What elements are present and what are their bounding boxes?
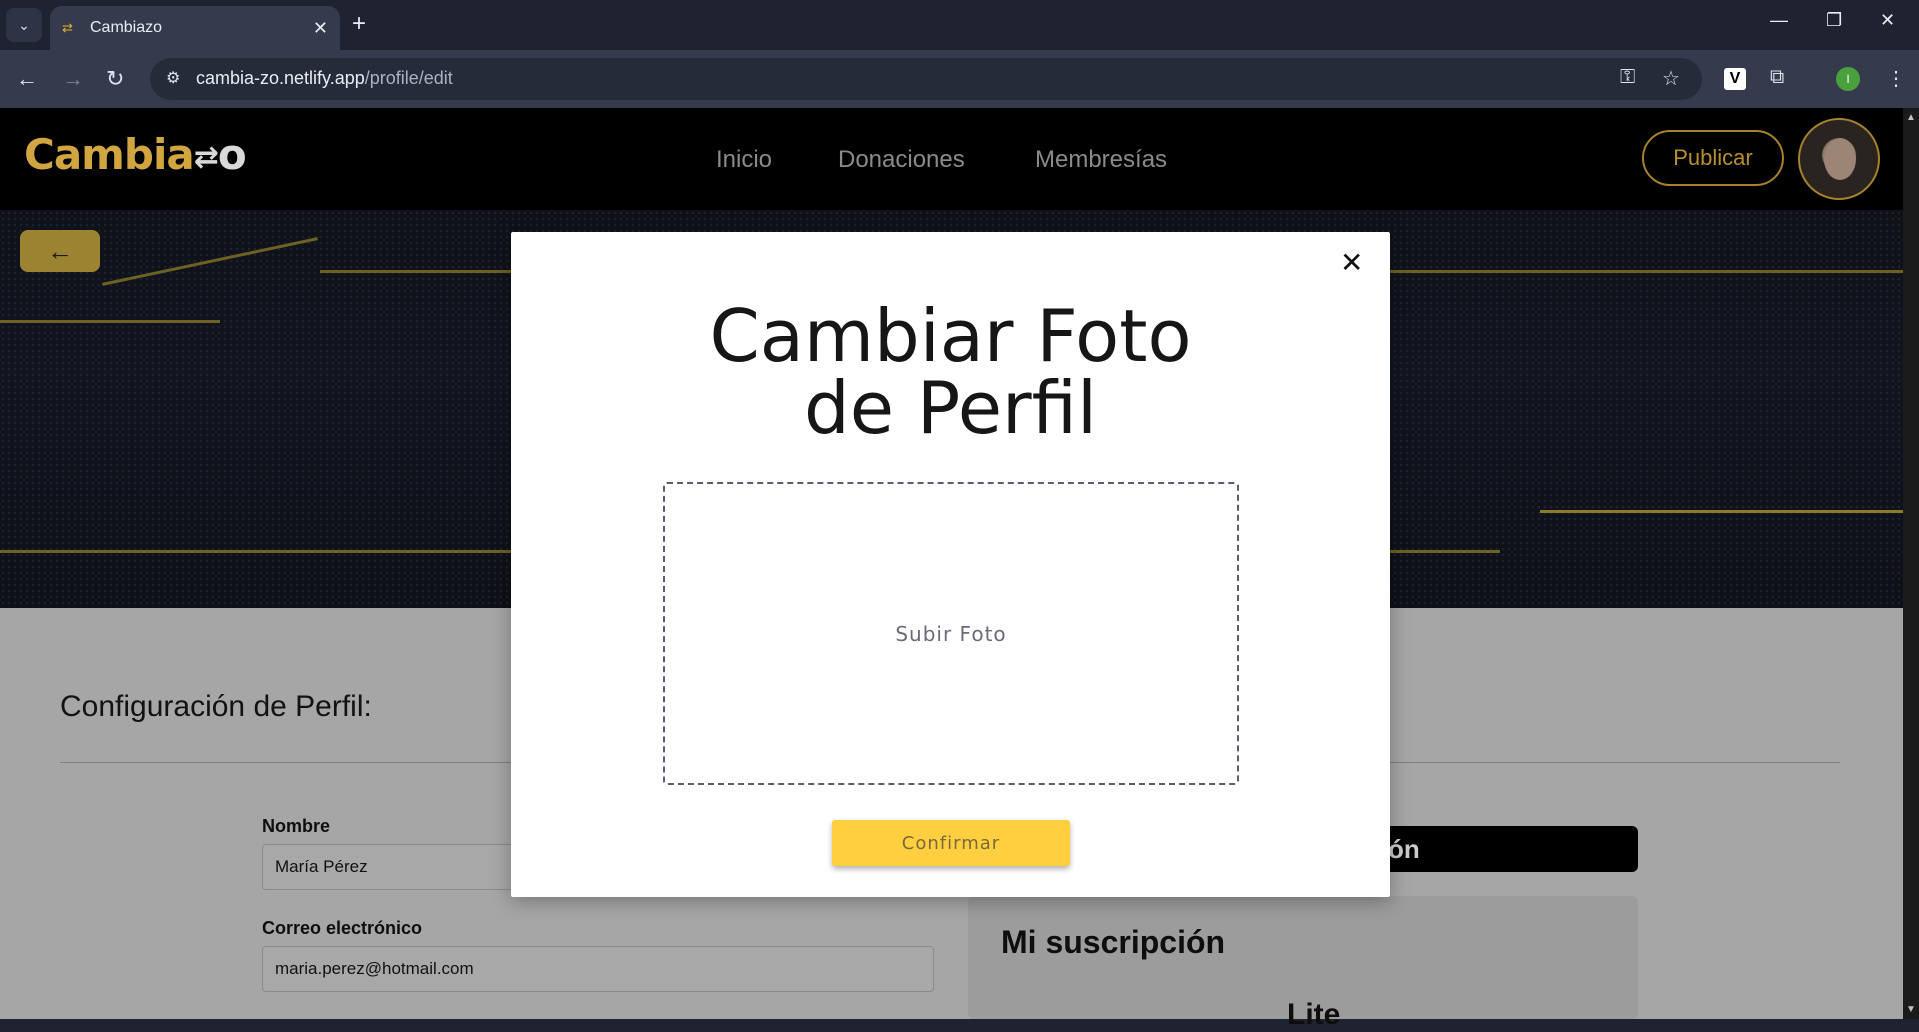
upload-photo-dropzone[interactable]: Subir Foto [663,482,1239,785]
swap-arrows-icon: ⇄ [193,140,219,175]
close-window-icon[interactable]: ✕ [1880,10,1895,31]
user-avatar[interactable] [1798,118,1880,200]
publish-button[interactable]: Publicar [1642,130,1784,186]
bookmark-star-icon[interactable]: ☆ [1662,66,1680,91]
tab-title: Cambiazo [90,19,163,36]
section-title: Configuración de Perfil: [60,690,372,723]
subscription-plan: Lite [1287,998,1341,1031]
password-key-icon[interactable]: ⚿ [1620,66,1635,89]
nav-membresias[interactable]: Membresías [1035,146,1167,174]
email-input[interactable]: maria.perez@hotmail.com [262,946,934,992]
modal-close-icon[interactable]: ✕ [1340,246,1363,279]
confirm-button[interactable]: Confirmar [832,820,1070,866]
modal-title: Cambiar Foto de Perfil [709,294,1192,450]
extensions-puzzle-icon[interactable]: ⧉ [1770,66,1784,89]
close-tab-icon[interactable]: ✕ [313,18,328,39]
menu-kebab-icon[interactable]: ⋮ [1886,66,1906,91]
nav-donaciones[interactable]: Donaciones [838,146,965,174]
tab-search-button[interactable]: ⌄ [6,8,42,42]
subscription-title: Mi suscripción [1001,924,1226,960]
email-label: Correo electrónico [262,918,423,938]
restore-icon[interactable]: ❐ [1826,10,1842,31]
site-header: Cambia⇄o Inicio Donaciones Membresías Pu… [0,108,1903,210]
page-scrollbar[interactable]: ▲ ▼ [1903,108,1919,1019]
cambiazo-logo[interactable]: Cambia⇄o [24,130,247,179]
site-info-icon[interactable]: ⚙ [166,68,180,88]
extension-v-icon[interactable]: V [1724,68,1746,90]
back-icon[interactable]: ← [16,66,38,92]
nav-inicio[interactable]: Inicio [716,146,772,174]
reload-icon[interactable]: ↻ [106,66,124,92]
back-button[interactable]: ← [20,230,100,272]
name-label: Nombre [262,816,331,836]
url-text[interactable]: cambia-zo.netlify.app/profile/edit [196,68,453,89]
new-tab-button[interactable]: + [352,10,366,38]
upload-label: Subir Foto [895,621,1007,646]
browser-tab[interactable]: ⇄ Cambiazo ✕ [50,6,340,50]
minimize-icon[interactable]: — [1770,10,1788,31]
forward-icon[interactable]: → [62,66,84,92]
favicon-icon: ⇄ [62,20,73,35]
profile-avatar-icon[interactable]: I [1836,67,1860,91]
